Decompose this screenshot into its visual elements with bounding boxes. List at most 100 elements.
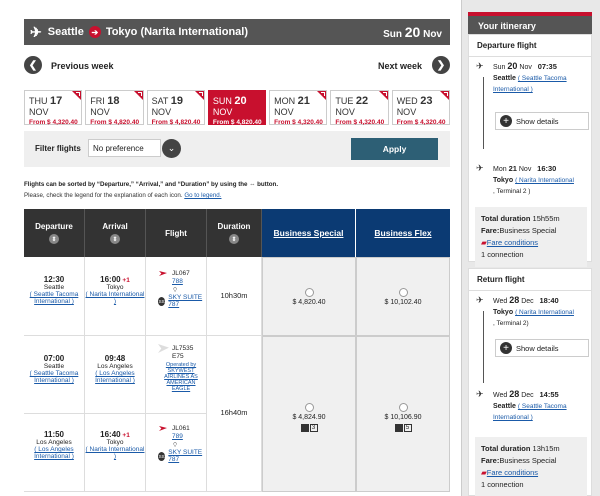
fare-option-business-special-2[interactable]: $ 4,824.90 3 [262, 336, 356, 492]
seat-icon [394, 424, 403, 432]
wifi-icon: ⌔ [172, 442, 179, 449]
date-tab-tue[interactable]: TUE 22 NOV From $ 4,320.40 [330, 90, 389, 126]
plus-icon: + [500, 115, 512, 127]
departure-flight-title: Departure flight [469, 35, 591, 57]
week-navigation: ❮ Previous week Next week ❯ [24, 56, 450, 76]
table-row-1-flight: JL067 788 ⌔ SS SKY SUITE 787 [146, 257, 207, 336]
route-from: Seattle [47, 26, 84, 38]
filter-label: Filter flights [35, 144, 81, 153]
table-row-1-duration: 10h30m [207, 257, 262, 336]
arrival-header[interactable]: Arrival ⇕ [85, 209, 146, 257]
plus-icon: + [500, 342, 512, 354]
date-tab-mon[interactable]: MON 21 NOV From $ 4,320.40 [269, 90, 328, 126]
route-bar: ✈ Seattle ➔ Tokyo (Narita International)… [24, 19, 450, 45]
chevron-down-icon[interactable]: ⌄ [162, 139, 181, 158]
airport-link[interactable]: ( Seattle Tacoma International ) [24, 370, 84, 384]
airport-link[interactable]: ( Los Angeles International ) [85, 370, 145, 384]
seats-left-indicator: 5 [394, 424, 412, 432]
departure-summary: Total duration 15h55m Fare:Business Spec… [475, 207, 587, 267]
lowest-fare-corner-icon [378, 91, 388, 100]
fare-conditions-link[interactable]: Fare conditions [487, 238, 538, 247]
itinerary-sidebar: Your itinerary Departure flight ✈ Sun 20… [468, 12, 592, 496]
wifi-icon: ⌔ [172, 287, 179, 294]
filter-select[interactable]: No preference [88, 139, 161, 157]
business-special-header[interactable]: Business Special [262, 209, 356, 257]
flight-results-panel: ✈ Seattle ➔ Tokyo (Narita International)… [0, 0, 462, 496]
airplane-icon: ✈ [30, 23, 42, 40]
takeoff-icon: ✈ [476, 295, 484, 305]
chevron-right-icon: ❯ [436, 59, 446, 71]
seats-left-indicator: 3 [300, 424, 318, 432]
airport-link[interactable]: ( Los Angeles International ) [24, 446, 84, 460]
cabin-link[interactable]: SKY SUITE 787 [168, 294, 206, 308]
date-tab-fri[interactable]: FRI 18 NOV From $ 4,820.40 [85, 90, 144, 126]
airport-link[interactable]: ( Narita International [515, 309, 574, 316]
apply-button[interactable]: Apply [351, 138, 438, 160]
partner-airline-logo-icon [158, 344, 169, 353]
flight-header: Flight [146, 209, 207, 257]
return-summary: Total duration 13h15m Fare:Business Spec… [475, 437, 587, 496]
date-tab-sat[interactable]: SAT 19 NOV From $ 4,820.40 [146, 90, 205, 126]
table-row-3-departure: 11:50 Los Angeles ( Los Angeles Internati… [24, 414, 85, 492]
next-week-label[interactable]: Next week [378, 61, 422, 71]
table-row-2-duration: 16h40m [207, 336, 262, 492]
lowest-fare-corner-icon [133, 91, 143, 100]
radio-button[interactable] [398, 403, 408, 412]
fare-conditions-link[interactable]: Fare conditions [487, 468, 538, 477]
previous-week-label[interactable]: Previous week [51, 61, 114, 71]
landing-icon: ✈ [476, 163, 484, 173]
show-details-button[interactable]: + Show details [495, 339, 589, 357]
departure-segment-end: Mon 21 Nov 16:30 Tokyo ( Narita Internat… [493, 164, 574, 195]
date-tab-thu[interactable]: THU 17 NOV From $ 4,320.40 [24, 90, 83, 126]
operated-by-link[interactable]: Operated by SKYWEST AIRLINES AS AMERICAN… [158, 362, 204, 392]
airport-link[interactable]: ( Narita International [515, 177, 574, 184]
page: ✈ Seattle ➔ Tokyo (Narita International)… [0, 0, 600, 496]
sort-icon[interactable]: ⇕ [229, 234, 239, 244]
cabin-link[interactable]: SKY SUITE 787 [168, 449, 206, 463]
filter-bar: Filter flights No preference ⌄ Apply [24, 131, 450, 167]
lowest-fare-corner-icon [194, 91, 204, 100]
return-segment-start: Wed 28 Dec 18:40 Tokyo ( Narita Internat… [493, 295, 574, 327]
fare-option-business-flex-2[interactable]: $ 10,106.90 5 [356, 336, 450, 492]
table-row-3-arrival: 16:40 +1 Tokyo ( Narita International ) [85, 414, 146, 492]
chevron-left-icon: ❮ [28, 59, 38, 71]
airport-link[interactable]: ( Narita International ) [85, 291, 145, 305]
departure-segment-start: Sun 20 Nov 07:35 Seattle ( Seattle Tacom… [493, 61, 567, 93]
radio-button[interactable] [304, 403, 314, 412]
business-flex-header[interactable]: Business Flex [356, 209, 450, 257]
sky-suite-icon: SS [158, 296, 166, 306]
duration-header[interactable]: Duration ⇕ [207, 209, 262, 257]
sort-icon[interactable]: ⇕ [49, 234, 59, 244]
aircraft-link[interactable]: 789 [172, 433, 206, 440]
airport-link[interactable]: ( Seattle Tacoma International ) [24, 291, 84, 305]
aircraft-link[interactable]: 788 [172, 278, 206, 285]
legend-note: Please, check the legend for the explana… [24, 192, 222, 199]
return-flight-title: Return flight [469, 269, 591, 291]
fare-option-business-special[interactable]: $ 4,820.40 [262, 257, 356, 336]
departure-header[interactable]: Departure ⇕ [24, 209, 85, 257]
airport-link[interactable]: ( Narita International ) [85, 446, 145, 460]
sky-suite-icon: SS [158, 451, 166, 461]
fare-option-business-flex[interactable]: $ 10,102.40 [356, 257, 450, 336]
next-week-button[interactable]: ❯ [432, 56, 450, 74]
table-row-2-arrival: 09:48 Los Angeles ( Los Angeles Internati… [85, 336, 146, 414]
sort-icon[interactable]: ⇕ [110, 234, 120, 244]
return-flight-section: Return flight ✈ Wed 28 Dec 18:40 Tokyo (… [468, 268, 592, 496]
itinerary-title: Your itinerary [468, 12, 592, 34]
date-selector: THU 17 NOV From $ 4,320.40 FRI 18 NOV From … [24, 90, 450, 126]
landing-icon: ✈ [476, 389, 484, 399]
previous-week-button[interactable]: ❮ [24, 56, 42, 74]
show-details-button[interactable]: + Show details [495, 112, 589, 130]
legend-link[interactable]: Go to legend. [184, 192, 221, 199]
table-row-3-flight: JL061 789 ⌔ SS SKY SUITE 787 [146, 414, 207, 492]
route-to: Tokyo (Narita International) [105, 26, 249, 38]
lowest-fare-corner-icon [72, 91, 82, 100]
jal-logo-icon [158, 424, 169, 433]
table-row-1-departure: 12:30 Seattle ( Seattle Tacoma Internatio… [24, 257, 85, 336]
radio-button[interactable] [398, 288, 408, 297]
date-tab-sun[interactable]: SUN 20 NOV From $ 4,820.40 [207, 90, 267, 126]
radio-button[interactable] [304, 288, 314, 297]
table-row-1-arrival: 16:00 +1 Tokyo ( Narita International ) [85, 257, 146, 336]
arrow-right-icon: ➔ [88, 26, 101, 38]
date-tab-wed[interactable]: WED 23 NOV From $ 4,320.40 [391, 90, 450, 126]
